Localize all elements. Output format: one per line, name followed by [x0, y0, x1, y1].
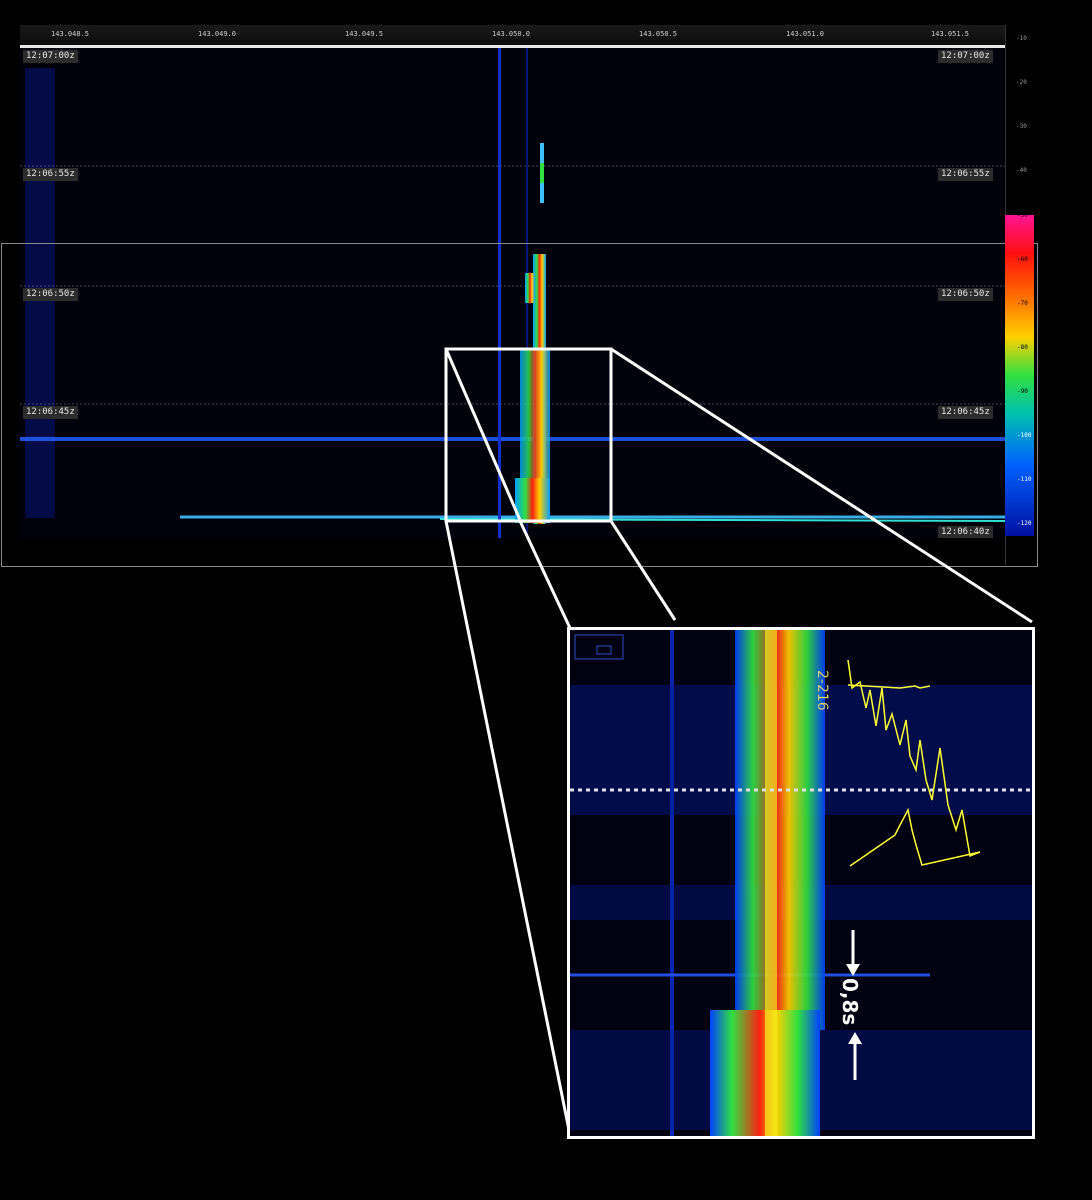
time-label: 12:07:00z — [23, 50, 78, 63]
freq-label: 143.049.5 — [345, 30, 383, 38]
db-label: -30 — [1016, 123, 1027, 130]
zoom-inset[interactable] — [567, 627, 1035, 1139]
freq-label: 143.048.5 — [51, 30, 89, 38]
bar-label: -80 — [1017, 344, 1028, 351]
bar-label: -100 — [1017, 432, 1032, 439]
time-label: 12:06:55z — [23, 168, 78, 181]
time-label: 12:06:50z — [23, 288, 78, 301]
db-label: -20 — [1016, 79, 1027, 86]
time-label: 12:06:45z — [23, 406, 78, 419]
inset-svg — [570, 630, 1032, 1136]
waterfall-display[interactable]: 12:07:00z 12:07:00z 12:06:55z 12:06:55z … — [20, 48, 1005, 538]
bar-label: -90 — [1017, 388, 1028, 395]
connector-line — [444, 520, 572, 1136]
time-label: 12:07:00z — [938, 50, 993, 63]
time-label: 12:06:45z — [938, 406, 993, 419]
freq-label: 143.049.0 — [198, 30, 236, 38]
duration-label: 0,8s — [838, 978, 862, 1026]
bar-label: -110 — [1017, 476, 1032, 483]
time-label: 12:06:40z — [938, 526, 993, 538]
waterfall-svg — [20, 48, 1005, 538]
bar-label: -60 — [1017, 256, 1028, 263]
bar-label: -70 — [1017, 300, 1028, 307]
freq-label: 143.051.5 — [931, 30, 969, 38]
freq-label: 143.051.0 — [786, 30, 824, 38]
time-label: 12:06:50z — [938, 288, 993, 301]
db-label: -40 — [1016, 167, 1027, 174]
freq-label: 143.050.5 — [639, 30, 677, 38]
color-scale-bar: -50 -60 -70 -80 -90 -100 -110 -120 — [1005, 212, 1034, 536]
db-label: -10 — [1016, 35, 1027, 42]
inset-label: 2-216 — [814, 670, 830, 711]
time-label: 12:06:55z — [938, 168, 993, 181]
frequency-scale: 143.048.5 143.049.0 143.049.5 143.050.0 … — [20, 25, 1005, 48]
freq-label: 143.050.0 — [492, 30, 530, 38]
bar-label: -120 — [1017, 520, 1032, 527]
bar-label: -50 — [1017, 212, 1028, 219]
